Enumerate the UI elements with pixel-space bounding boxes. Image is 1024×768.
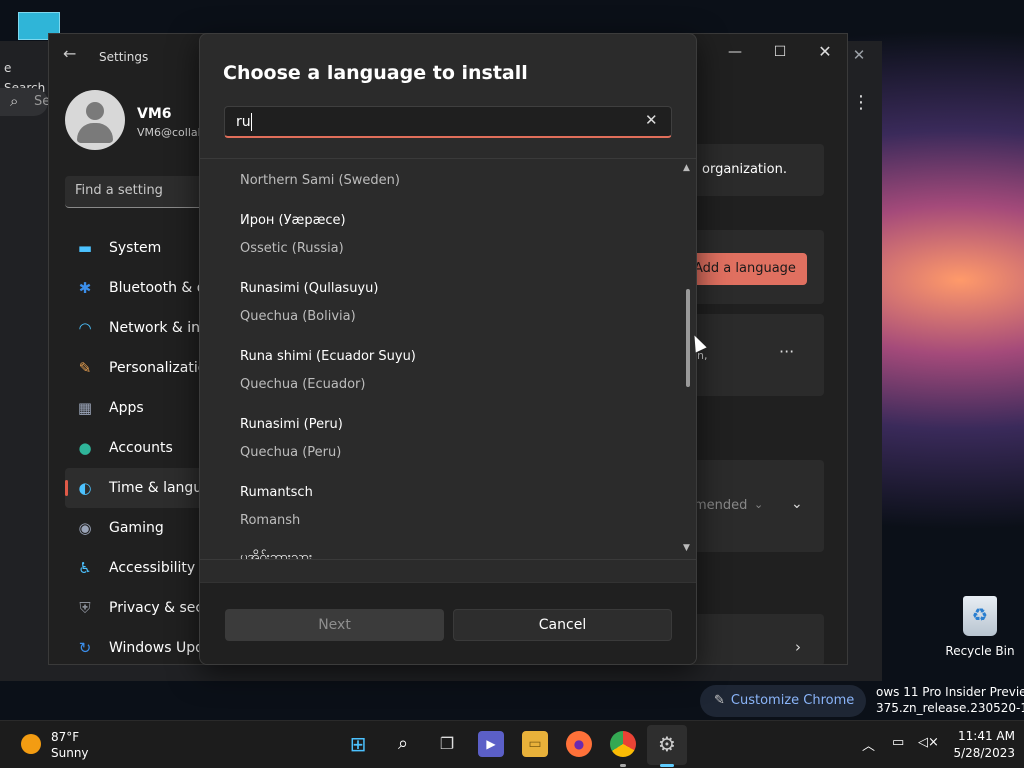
language-search-input[interactable]: ru ✕ — [224, 106, 672, 138]
maximize-button[interactable]: ☐ — [760, 40, 800, 64]
back-arrow-icon[interactable]: ← — [63, 44, 76, 63]
clock-date[interactable]: 5/28/2023 — [940, 746, 1015, 760]
dialog-title: Choose a language to install — [223, 62, 528, 84]
chrome-menu-icon[interactable]: ⋮ — [852, 92, 870, 113]
update-icon: ↻ — [78, 639, 92, 657]
sidebar-item-label: Apps — [109, 400, 144, 416]
globe-clock-icon: ◐ — [78, 479, 92, 497]
chevron-right-icon[interactable]: › — [795, 638, 801, 656]
scroll-down-icon[interactable]: ▼ — [683, 543, 690, 553]
minimize-button[interactable]: — — [715, 40, 755, 64]
clock-time[interactable]: 11:41 AM — [955, 729, 1015, 743]
language-english-name[interactable]: Romansh — [240, 513, 300, 528]
expand-chevron-icon[interactable]: ⌄ — [791, 496, 803, 512]
active-indicator — [660, 764, 674, 767]
user-email: VM6@collal — [137, 126, 201, 139]
ellipsis-icon[interactable]: ··· — [779, 342, 794, 361]
settings-gear-icon[interactable]: ⚙ — [654, 731, 680, 757]
shield-icon: ⛨ — [79, 599, 91, 617]
search-icon[interactable]: ⌕ — [390, 731, 416, 757]
install-language-dialog: Choose a language to install ru ✕ ▲ ▼ No… — [199, 33, 697, 665]
watermark-line: ows 11 Pro Insider Preview — [876, 685, 1024, 699]
sun-icon[interactable] — [21, 734, 41, 754]
volume-muted-icon[interactable]: ◁× — [918, 735, 939, 750]
avatar[interactable] — [65, 90, 125, 150]
more-options-icon[interactable]: ⋮ — [847, 146, 848, 167]
add-language-button[interactable]: Add a language — [689, 253, 807, 285]
format-dropdown-value[interactable]: mended — [694, 498, 747, 513]
sidebar-item-label: Accounts — [109, 440, 173, 456]
divider — [200, 559, 696, 560]
wifi-icon: ◠ — [78, 319, 92, 337]
pencil-icon: ✎ — [714, 693, 725, 708]
recycle-bin-icon: ♻ — [963, 596, 997, 636]
language-list: ▲ ▼ Northern Sami (Sweden) Ирон (Уæрæсе) O… — [200, 159, 696, 559]
chat-icon[interactable]: ▶ — [478, 731, 504, 757]
network-icon[interactable]: ▭ — [892, 735, 904, 750]
next-button[interactable]: Next — [225, 609, 444, 641]
language-native-name[interactable]: Runasimi (Qullasuyu) — [240, 281, 378, 296]
language-english-name[interactable]: Quechua (Ecuador) — [240, 377, 365, 392]
chrome-icon[interactable] — [610, 731, 636, 757]
gaming-icon: ◉ — [78, 519, 92, 537]
language-entry-card — [689, 314, 824, 396]
weather-condition[interactable]: Sunny — [51, 746, 89, 760]
settings-title: Settings — [99, 50, 149, 64]
language-native-name[interactable]: Ирон (Уæрæсе) — [240, 213, 346, 228]
start-icon[interactable]: ⊞ — [345, 731, 371, 757]
language-english-name[interactable]: Northern Sami (Sweden) — [240, 173, 400, 188]
build-watermark: ows 11 Pro Insider Preview 375.zn_releas… — [876, 684, 1024, 716]
language-english-name[interactable]: Ossetic (Russia) — [240, 241, 344, 256]
chrome-close-icon[interactable]: ✕ — [849, 44, 869, 66]
chevron-up-icon[interactable]: ︿ — [862, 735, 875, 754]
system-icon: ▬ — [77, 239, 93, 257]
apps-icon: ▦ — [77, 399, 93, 417]
accounts-icon: ● — [78, 439, 92, 457]
brush-icon: ✎ — [78, 359, 92, 377]
clear-icon[interactable]: ✕ — [645, 111, 658, 129]
chrome-search-box[interactable]: ⌕ Se — [0, 88, 50, 116]
firefox-icon[interactable]: ● — [566, 731, 592, 757]
user-name: VM6 — [137, 106, 172, 122]
chevron-down-icon: ⌄ — [754, 498, 764, 511]
accessibility-icon: ♿ — [78, 559, 92, 577]
watermark-line: 375.zn_release.230520-1632 — [876, 701, 1024, 715]
sidebar-item-label: Windows Upda — [109, 640, 213, 656]
language-native-name[interactable]: ပအိုဝ်ႏဘာႏသာႏ — [240, 549, 312, 559]
customize-chrome-label: Customize Chrome — [730, 693, 855, 708]
sidebar-item-label: Time & langua — [109, 480, 211, 496]
sidebar-item-label: Privacy & secu — [109, 600, 212, 616]
org-text: organization. — [702, 162, 787, 177]
task-view-icon[interactable]: ❐ — [434, 731, 460, 757]
chrome-search-tab[interactable]: e Search — [0, 58, 48, 95]
running-indicator — [620, 764, 626, 767]
language-native-name[interactable]: Rumantsch — [240, 485, 313, 500]
recycle-bin-label: Recycle Bin — [945, 644, 1015, 658]
bluetooth-icon: ✱ — [78, 279, 92, 297]
scroll-up-icon[interactable]: ▲ — [683, 163, 690, 173]
sidebar-item-label: Gaming — [109, 520, 164, 536]
sidebar-item-label: System — [109, 240, 162, 256]
language-english-name[interactable]: Quechua (Peru) — [240, 445, 341, 460]
file-explorer-icon[interactable]: ▭ — [522, 731, 548, 757]
taskbar: 87°F Sunny ⊞ ⌕ ❐ ▶ ▭ ● ⚙ ︿ ▭ ◁× 11:41 AM… — [0, 720, 1024, 768]
language-native-name[interactable]: Runa shimi (Ecuador Suyu) — [240, 349, 416, 364]
cancel-button[interactable]: Cancel — [453, 609, 672, 641]
recycle-bin[interactable]: ♻ Recycle Bin — [940, 596, 1020, 658]
sidebar-item-label: Accessibility — [109, 560, 196, 576]
text-caret — [251, 113, 252, 131]
language-native-name[interactable]: Runasimi (Peru) — [240, 417, 343, 432]
weather-temp[interactable]: 87°F — [51, 730, 79, 744]
search-value: ru — [236, 114, 251, 130]
search-icon: ⌕ — [10, 92, 19, 110]
bottom-card — [689, 614, 824, 664]
close-button[interactable]: ✕ — [805, 40, 845, 64]
customize-chrome-button[interactable]: ✎ Customize Chrome — [700, 685, 866, 717]
language-english-name[interactable]: Quechua (Bolivia) — [240, 309, 356, 324]
